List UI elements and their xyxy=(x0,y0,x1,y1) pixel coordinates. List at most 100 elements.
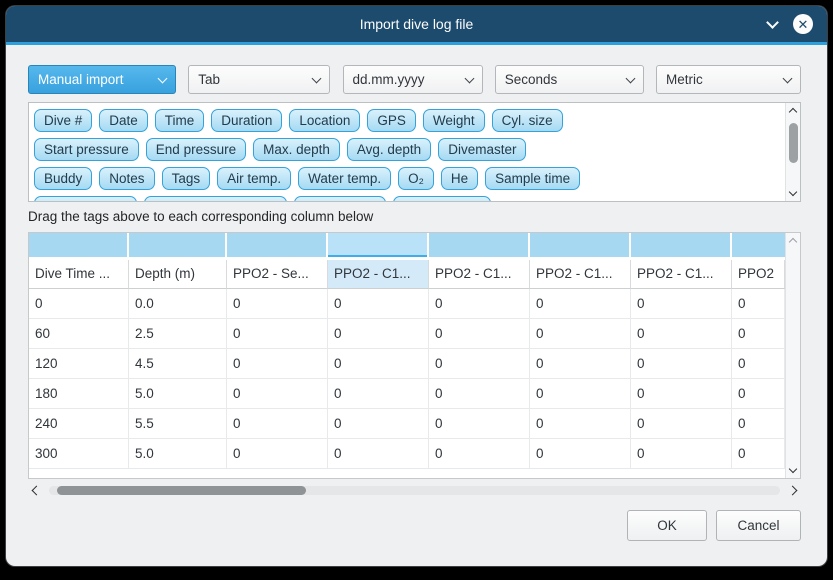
chevron-down-icon xyxy=(312,73,322,83)
titlebar[interactable]: Import dive log file ✕ xyxy=(6,6,827,42)
tag[interactable]: Dive # xyxy=(34,109,92,132)
table-cell: 0 xyxy=(328,439,429,469)
tag[interactable]: Sample temperature xyxy=(144,196,286,202)
tag[interactable]: GPS xyxy=(367,109,416,132)
combo-value: Seconds xyxy=(505,72,558,87)
column-drop-target[interactable] xyxy=(429,233,530,257)
table-cell: 0 xyxy=(530,379,631,409)
column-drop-target[interactable] xyxy=(227,233,328,257)
chevron-down-icon xyxy=(783,73,793,83)
column-drop-target[interactable] xyxy=(328,233,429,257)
column-drop-target[interactable] xyxy=(732,233,785,257)
table-cell: 300 xyxy=(29,439,129,469)
column-header: PPO2 - C1... xyxy=(530,260,631,289)
tag[interactable]: He xyxy=(441,167,478,190)
column-drop-target[interactable] xyxy=(530,233,631,257)
field-separator-combo[interactable]: Tab xyxy=(188,65,330,94)
tag[interactable]: Avg. depth xyxy=(347,138,431,161)
table-cell: 0 xyxy=(328,379,429,409)
column-drop-target[interactable] xyxy=(129,233,227,257)
table-cell: 0 xyxy=(530,409,631,439)
tag[interactable]: Tags xyxy=(162,167,211,190)
table-grid: Dive Time ... Depth (m) PPO2 - Se... PPO… xyxy=(29,233,785,478)
cancel-button[interactable]: Cancel xyxy=(716,510,801,541)
table-cell: 240 xyxy=(29,409,129,439)
table-cell: 0 xyxy=(227,439,328,469)
table-cell: 0 xyxy=(732,319,785,349)
table-cell: 0 xyxy=(29,289,129,319)
table-row: 60 2.5 0 0 0 0 0 0 xyxy=(29,319,785,349)
scrollbar-thumb[interactable] xyxy=(789,123,798,163)
table-cell: 5.0 xyxy=(129,379,227,409)
combo-value: Tab xyxy=(198,72,220,87)
tag[interactable]: Sample depth xyxy=(34,196,137,202)
table-row: 240 5.5 0 0 0 0 0 0 xyxy=(29,409,785,439)
import-mode-combo[interactable]: Manual import xyxy=(28,65,176,94)
scrollbar-thumb[interactable] xyxy=(57,486,306,495)
table-row: 120 4.5 0 0 0 0 0 0 xyxy=(29,349,785,379)
scroll-down-icon[interactable] xyxy=(789,465,797,473)
scroll-up-icon[interactable] xyxy=(789,108,797,116)
tag[interactable]: Notes xyxy=(99,167,154,190)
table-cell: 0 xyxy=(631,289,732,319)
table-cell: 0.0 xyxy=(129,289,227,319)
table-cell: 0 xyxy=(732,289,785,319)
tag[interactable]: Sample pO₂ xyxy=(294,196,387,202)
scroll-down-icon[interactable] xyxy=(789,188,797,196)
column-drop-target[interactable] xyxy=(631,233,732,257)
table-cell: 0 xyxy=(328,349,429,379)
close-button[interactable]: ✕ xyxy=(793,14,813,34)
tag[interactable]: Time xyxy=(155,109,205,132)
chevron-down-icon xyxy=(158,73,168,83)
preview-table: Dive Time ... Depth (m) PPO2 - Se... PPO… xyxy=(28,232,801,479)
table-cell: 2.5 xyxy=(129,319,227,349)
table-cell: 0 xyxy=(530,289,631,319)
dialog-buttons: OK Cancel xyxy=(28,510,801,541)
column-header: Dive Time ... xyxy=(29,260,129,289)
table-cell: 0 xyxy=(631,319,732,349)
tag-scrollbar-vertical[interactable] xyxy=(785,103,800,201)
tag[interactable]: Cyl. size xyxy=(492,109,563,132)
column-drop-target[interactable] xyxy=(29,233,129,257)
ok-button[interactable]: OK xyxy=(627,510,707,541)
shade-button[interactable] xyxy=(768,22,777,27)
tag[interactable]: Sample time xyxy=(485,167,580,190)
tag[interactable]: O₂ xyxy=(398,167,434,190)
table-scrollbar-horizontal[interactable] xyxy=(28,482,801,498)
duration-format-combo[interactable]: Seconds xyxy=(495,65,644,94)
tag[interactable]: Location xyxy=(289,109,360,132)
table-cell: 0 xyxy=(328,319,429,349)
tag-row: Sample depth Sample temperature Sample p… xyxy=(34,196,776,202)
table-cell: 0 xyxy=(732,379,785,409)
scroll-right-icon[interactable] xyxy=(788,485,798,495)
tag-pool: Dive # Date Time Duration Location GPS W… xyxy=(28,102,801,202)
table-drop-row xyxy=(29,233,785,257)
table-scrollbar-vertical[interactable] xyxy=(785,233,800,478)
scrollbar-track[interactable] xyxy=(49,486,780,495)
table-cell: 4.5 xyxy=(129,349,227,379)
date-format-combo[interactable]: dd.mm.yyyy xyxy=(343,65,483,94)
tag[interactable]: Weight xyxy=(423,109,485,132)
tag[interactable]: Start pressure xyxy=(34,138,139,161)
table-row: 0 0.0 0 0 0 0 0 0 xyxy=(29,289,785,319)
tag[interactable]: Water temp. xyxy=(298,167,391,190)
table-cell: 0 xyxy=(530,349,631,379)
tag[interactable]: Duration xyxy=(211,109,282,132)
tag[interactable]: Sample CNS xyxy=(393,196,491,202)
column-header: PPO2 xyxy=(732,260,785,289)
table-cell: 0 xyxy=(631,349,732,379)
tag[interactable]: Divemaster xyxy=(438,138,526,161)
units-combo[interactable]: Metric xyxy=(656,65,801,94)
scroll-up-icon[interactable] xyxy=(789,238,797,246)
tag[interactable]: Date xyxy=(99,109,148,132)
tag[interactable]: Max. depth xyxy=(253,138,340,161)
tag[interactable]: Air temp. xyxy=(217,167,291,190)
tag[interactable]: Buddy xyxy=(34,167,92,190)
table-cell: 0 xyxy=(732,409,785,439)
tag[interactable]: End pressure xyxy=(146,138,246,161)
table-header-row: Dive Time ... Depth (m) PPO2 - Se... PPO… xyxy=(29,260,785,289)
combo-value: Metric xyxy=(666,72,703,87)
table-cell: 0 xyxy=(530,319,631,349)
scroll-left-icon[interactable] xyxy=(32,485,42,495)
combo-value: dd.mm.yyyy xyxy=(353,72,425,87)
